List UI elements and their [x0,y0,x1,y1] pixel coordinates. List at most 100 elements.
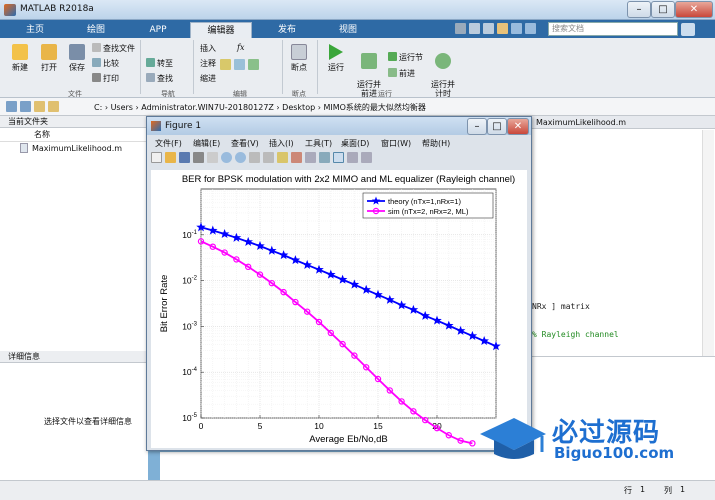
help-icon[interactable] [681,23,695,36]
details-hint: 选择文件以查看详细信息 [44,417,132,426]
fx-button[interactable]: fx [237,42,244,53]
figure-toolbar [151,152,527,166]
qa-redo-icon[interactable] [525,23,536,34]
editor-tab[interactable]: MaximumLikelihood.m [532,116,715,129]
chart-title: BER for BPSK modulation with 2x2 MIMO an… [182,174,515,185]
qa-undo-icon[interactable] [511,23,522,34]
goto-icon [146,58,155,67]
wrap-icon[interactable] [234,59,245,70]
tab-apps[interactable]: APP [132,22,184,38]
save-figure-icon[interactable] [179,152,190,163]
forward-icon[interactable] [20,101,31,112]
address-bar: C: › Users › Administrator.WIN7U-2018012… [0,98,715,116]
close-button[interactable]: ✕ [675,1,713,18]
link-plot-icon[interactable] [305,152,316,163]
run-section-icon [388,52,397,61]
tab-editor[interactable]: 编辑器 [190,22,252,38]
tab-view[interactable]: 视图 [322,22,374,38]
figure-menu-desktop[interactable]: 桌面(D) [341,138,369,149]
figure-menu-view[interactable]: 查看(V) [231,138,259,149]
find-files-icon [92,43,101,52]
run-button[interactable]: 运行 [322,44,350,73]
insert-button[interactable]: 插入 [200,43,216,54]
separator [140,40,141,94]
comment-toggle-icon[interactable] [248,59,259,70]
browse-folder-icon[interactable] [48,101,59,112]
figure-menu-window[interactable]: 窗口(W) [381,138,411,149]
hide-tools-icon[interactable] [347,152,358,163]
folder-up-icon[interactable] [34,101,45,112]
watermark: 必过源码 Biguo100.com [478,410,715,480]
window-title: MATLAB R2018a [20,4,94,14]
brush-icon[interactable] [291,152,302,163]
qa-paste-icon[interactable] [497,23,508,34]
indent-button[interactable]: 缩进 [200,73,216,84]
column-header-name[interactable]: 名称 [0,128,148,142]
stopwatch-icon [435,53,451,69]
tab-home[interactable]: 主页 [10,22,60,38]
new-figure-icon[interactable] [151,152,162,163]
new-button[interactable]: 新建 [6,44,34,73]
zoom-in-icon[interactable] [221,152,232,163]
find-button[interactable]: 查找 [146,73,173,84]
comment-button[interactable]: 注释 [200,58,216,69]
pan-icon[interactable] [249,152,260,163]
run-and-time-button[interactable]: 运行并 计时 [428,44,458,98]
x-tick-label: 10 [314,421,324,431]
qa-save-icon[interactable] [455,23,466,34]
goto-button[interactable]: 转至 [146,58,173,69]
y-tick-label: 10-1 [182,230,197,240]
current-folder-panel: 当前文件夹 名称 MaximumLikelihood.m 详细信息 选择文件以查… [0,116,148,500]
advance-button[interactable]: 前进 [388,68,415,79]
minimize-button[interactable]: – [627,1,651,18]
breakpoints-button[interactable]: 断点 [286,44,312,73]
figure-menu-tools[interactable]: 工具(T) [305,138,332,149]
editor-scrollbar[interactable] [702,130,714,356]
figure-close-button[interactable]: ✕ [507,118,529,135]
open-button[interactable]: 打开 [36,44,62,73]
find-files-button[interactable]: 查找文件 [92,43,135,54]
qa-cut-icon[interactable] [469,23,480,34]
y-tick-label: 10-4 [182,367,197,377]
maximize-button[interactable]: □ [651,1,675,18]
y-axis-label: Bit Error Rate [159,275,170,333]
figure-minimize-button[interactable]: – [467,118,487,135]
pointer-icon[interactable] [207,152,218,163]
ber-chart: BER for BPSK modulation with 2x2 MIMO an… [159,174,515,447]
zoom-out-icon[interactable] [235,152,246,163]
search-input[interactable]: 搜索文档 [548,22,678,36]
figure-maximize-button[interactable]: □ [487,118,507,135]
y-tick-label: 10-5 [182,413,197,423]
print-figure-icon[interactable] [193,152,204,163]
print-button[interactable]: 打印 [92,73,119,84]
figure-title: Figure 1 [165,121,202,131]
run-section-button[interactable]: 运行节 [388,52,423,63]
file-item[interactable]: MaximumLikelihood.m [0,142,148,155]
figure-menu-file[interactable]: 文件(F) [155,138,182,149]
colorbar-icon[interactable] [319,152,330,163]
open-file-icon[interactable] [165,152,176,163]
current-path[interactable]: C: › Users › Administrator.WIN7U-2018012… [94,102,426,113]
tab-plots[interactable]: 绘图 [66,22,126,38]
figure-menu-help[interactable]: 帮助(H) [422,138,450,149]
legend-icon[interactable] [333,152,344,163]
figure-icon [151,121,161,131]
back-icon[interactable] [6,101,17,112]
rotate-icon[interactable] [263,152,274,163]
figure-menu-edit[interactable]: 编辑(E) [193,138,220,149]
qa-copy-icon[interactable] [483,23,494,34]
search-icon [146,73,155,82]
row-value: 1 [640,485,646,494]
percent-icon[interactable] [220,59,231,70]
figure-menu-insert[interactable]: 插入(I) [269,138,294,149]
print-icon [92,73,101,82]
dock-icon[interactable] [361,152,372,163]
save-button[interactable]: 保存 [64,44,90,73]
compare-button[interactable]: 比较 [92,58,119,69]
data-cursor-icon[interactable] [277,152,288,163]
row-label: 行 [624,486,632,495]
x-tick-label: 0 [199,421,204,431]
tab-publish[interactable]: 发布 [258,22,316,38]
y-tick-label: 10-3 [182,321,197,331]
x-tick-label: 15 [373,421,383,431]
